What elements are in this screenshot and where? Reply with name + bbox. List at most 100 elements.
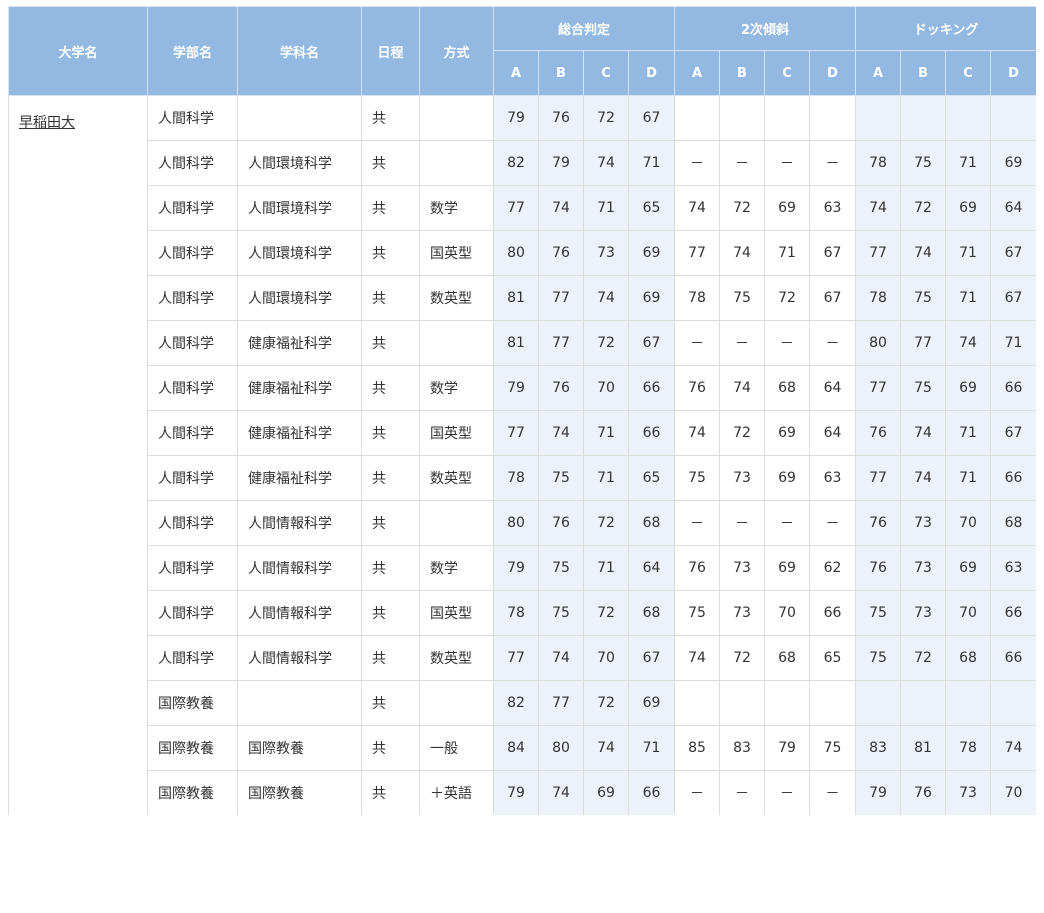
docking-score-d: 66: [990, 455, 1036, 501]
niji-score-d: 67: [809, 275, 857, 321]
niji-score-d: －: [809, 500, 857, 546]
department-cell: 人間環境科学: [237, 185, 362, 231]
sogo-score-c: 71: [583, 185, 629, 231]
docking-score-c: 69: [945, 545, 992, 591]
department-cell: [237, 95, 362, 141]
niji-score-b: －: [719, 500, 766, 546]
docking-score-d: 66: [990, 635, 1036, 681]
docking-score-a: 76: [855, 410, 902, 456]
sogo-score-c: 72: [583, 680, 629, 726]
niji-score-b: －: [719, 770, 766, 815]
sogo-score-b: 74: [538, 185, 584, 231]
header-niji-grade-a: A: [674, 50, 721, 96]
method-cell: 数学: [419, 365, 494, 411]
niji-score-d: 65: [809, 635, 857, 681]
faculty-cell: 人間科学: [147, 140, 238, 186]
sogo-score-b: 76: [538, 500, 584, 546]
niji-score-c: －: [764, 500, 811, 546]
table-row: 人間科学 健康福祉科学共 81 77 72 67 －－－－ 80 77 74 71: [9, 320, 1036, 366]
docking-score-d: 68: [990, 500, 1036, 546]
niji-score-c: －: [764, 140, 811, 186]
sogo-score-a: 77: [493, 410, 539, 456]
niji-score-a: 76: [674, 545, 721, 591]
docking-score-c: 71: [945, 275, 992, 321]
method-cell: 数英型: [419, 455, 494, 501]
method-cell: [419, 140, 494, 186]
docking-score-b: 73: [900, 500, 947, 546]
docking-score-a: [855, 680, 902, 726]
table-row: 人間科学 健康福祉科学共数学 79 76 70 66 76 74 68 64 77 75 69 66: [9, 365, 1036, 411]
niji-score-b: 75: [719, 275, 766, 321]
niji-score-a: 77: [674, 230, 721, 276]
schedule-cell: 共: [361, 140, 420, 186]
niji-score-a: [674, 95, 721, 141]
sogo-score-d: 69: [627, 230, 676, 276]
department-cell: 健康福祉科学: [237, 365, 362, 411]
niji-score-d: 62: [809, 545, 857, 591]
sogo-score-a: 79: [493, 95, 539, 141]
niji-score-a: [674, 680, 721, 726]
sogo-score-c: 74: [583, 725, 629, 771]
docking-score-a: 77: [855, 365, 902, 411]
method-cell: 国英型: [419, 590, 494, 636]
sogo-score-c: 71: [583, 545, 629, 591]
sogo-score-c: 72: [583, 320, 629, 366]
department-cell: 国際教養: [237, 770, 362, 815]
docking-score-c: 70: [945, 590, 992, 636]
university-cell: 早稲田大: [8, 95, 148, 815]
faculty-cell: 人間科学: [147, 320, 238, 366]
docking-score-c: 68: [945, 635, 992, 681]
faculty-cell: 人間科学: [147, 410, 238, 456]
schedule-cell: 共: [361, 275, 420, 321]
sogo-score-b: 75: [538, 590, 584, 636]
sogo-score-c: 71: [583, 455, 629, 501]
docking-score-d: 69: [990, 140, 1036, 186]
university-link[interactable]: 早稲田大: [19, 115, 75, 131]
niji-score-d: －: [809, 770, 857, 815]
department-cell: 人間情報科学: [237, 545, 362, 591]
sogo-score-b: 80: [538, 725, 584, 771]
sogo-score-c: 70: [583, 365, 629, 411]
table-row: 人間科学 人間情報科学共数英型 77 74 70 67 74 72 68 65 75 72 68 66: [9, 635, 1036, 681]
docking-score-d: 67: [990, 230, 1036, 276]
niji-score-c: －: [764, 770, 811, 815]
niji-score-d: 63: [809, 185, 857, 231]
table-row: 早稲田大 人間科学共 79 76 72 67: [8, 95, 1036, 815]
niji-score-d: [809, 680, 857, 726]
sogo-score-b: 77: [538, 320, 584, 366]
niji-score-b: －: [719, 140, 766, 186]
niji-score-d: [809, 95, 857, 141]
faculty-cell: 国際教養: [147, 680, 238, 726]
docking-score-b: [900, 680, 947, 726]
niji-score-a: －: [674, 140, 721, 186]
niji-score-d: 66: [809, 590, 857, 636]
docking-score-b: 74: [900, 230, 947, 276]
method-cell: 数英型: [419, 275, 494, 321]
docking-score-b: 75: [900, 140, 947, 186]
niji-score-b: 72: [719, 185, 766, 231]
faculty-cell: 人間科学: [147, 500, 238, 546]
faculty-cell: 人間科学: [147, 590, 238, 636]
niji-score-c: 79: [764, 725, 811, 771]
docking-score-c: 71: [945, 140, 992, 186]
table-row: 人間科学 人間環境科学共数英型 81 77 74 69 78 75 72 67 78 75 71 67: [9, 275, 1036, 321]
docking-score-d: 71: [990, 320, 1036, 366]
method-cell: [419, 320, 494, 366]
niji-score-a: 78: [674, 275, 721, 321]
sogo-score-a: 84: [493, 725, 539, 771]
header-group-niji: 2次傾斜: [674, 6, 857, 51]
department-cell: 健康福祉科学: [237, 320, 362, 366]
niji-score-c: 69: [764, 545, 811, 591]
docking-score-a: 76: [855, 545, 902, 591]
faculty-cell: 国際教養: [147, 770, 238, 815]
schedule-cell: 共: [361, 455, 420, 501]
docking-score-a: 74: [855, 185, 902, 231]
sogo-score-d: 69: [627, 680, 676, 726]
sogo-score-a: 78: [493, 455, 539, 501]
schedule-cell: 共: [361, 770, 420, 815]
niji-score-d: 67: [809, 230, 857, 276]
sogo-score-b: 74: [538, 770, 584, 815]
department-cell: 健康福祉科学: [237, 410, 362, 456]
sogo-score-b: 77: [538, 275, 584, 321]
niji-score-b: 83: [719, 725, 766, 771]
